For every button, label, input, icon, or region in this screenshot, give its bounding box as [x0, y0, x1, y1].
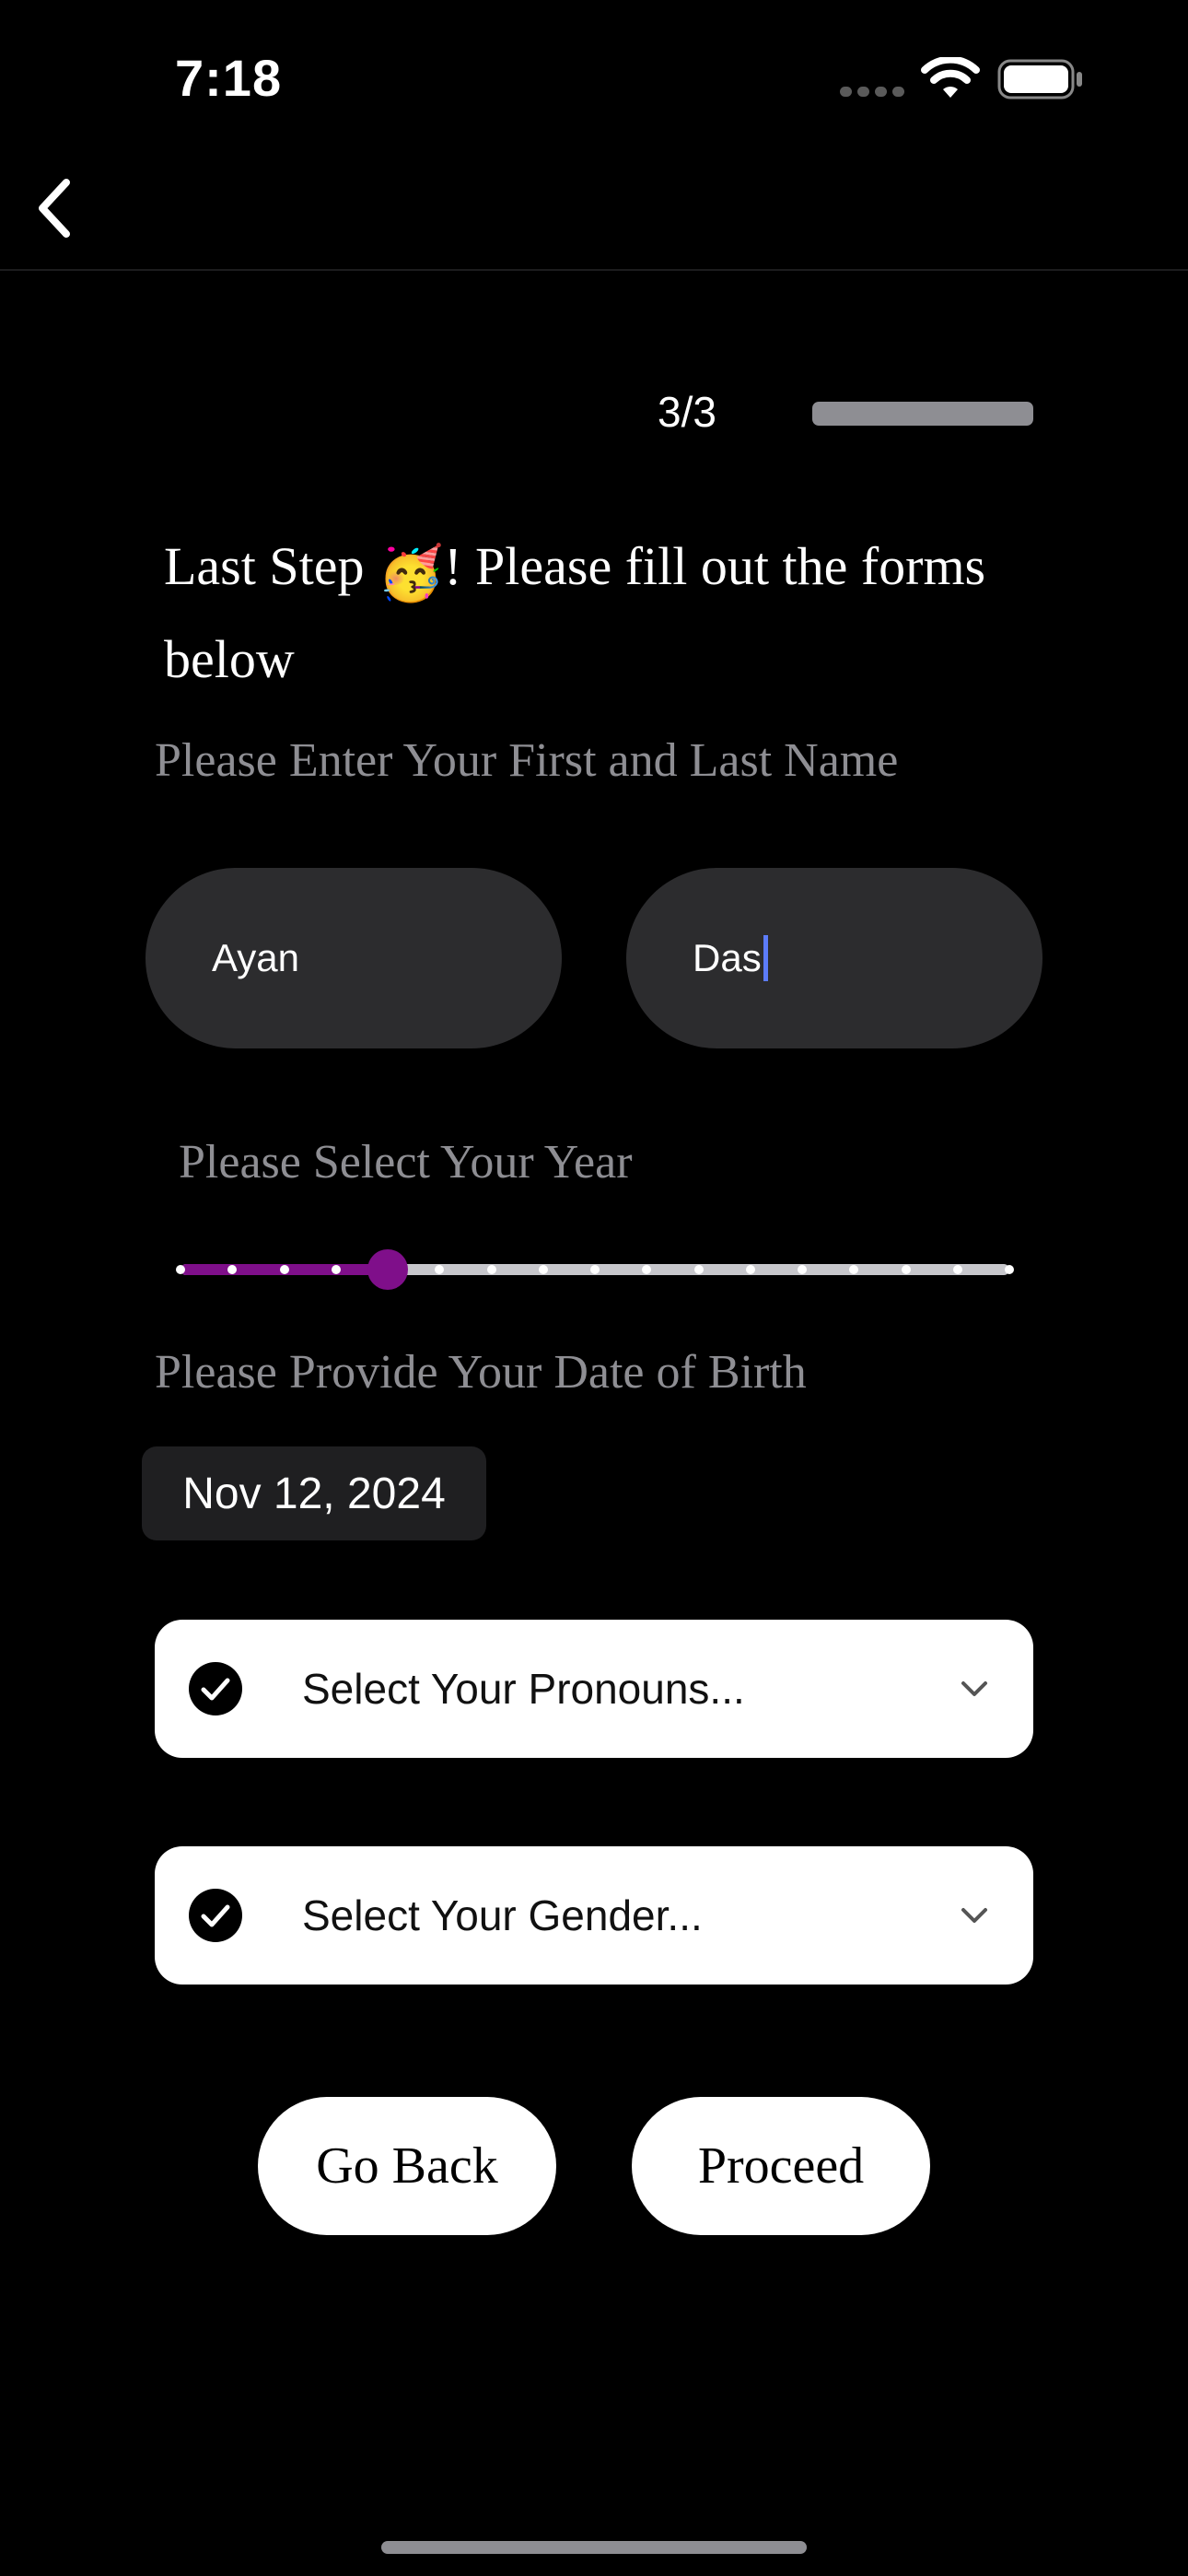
year-section-label: Please Select Your Year — [179, 1136, 633, 1188]
slider-step-dot — [176, 1265, 185, 1274]
step-counter: 3/3 — [658, 388, 716, 436]
check-circle-icon — [189, 1889, 242, 1942]
slider-step-dot — [590, 1265, 600, 1274]
nav-divider — [0, 269, 1188, 271]
step-progress-bar — [812, 402, 1033, 426]
heading-text-start: Last Step — [164, 536, 378, 596]
slider-step-dot — [745, 1265, 755, 1274]
chevron-down-icon — [961, 1681, 987, 1696]
name-section-label: Please Enter Your First and Last Name — [155, 734, 899, 787]
text-caret — [763, 935, 768, 981]
status-time: 7:18 — [175, 49, 283, 107]
back-chevron-icon[interactable] — [28, 175, 83, 241]
gender-placeholder: Select Your Gender... — [302, 1891, 703, 1939]
pronouns-placeholder: Select Your Pronouns... — [302, 1665, 745, 1713]
last-name-input[interactable]: Das — [626, 868, 1042, 1048]
date-of-birth-picker[interactable]: Nov 12, 2024 — [142, 1446, 486, 1540]
slider-step-dot — [901, 1265, 911, 1274]
party-face-emoji-icon: 🥳 — [377, 544, 445, 603]
slider-step-dot — [952, 1265, 962, 1274]
cellular-signal-icon — [840, 85, 910, 101]
pronouns-dropdown[interactable]: Select Your Pronouns... — [155, 1620, 1033, 1758]
home-indicator[interactable] — [381, 2541, 807, 2554]
dob-section-label: Please Provide Your Date of Birth — [155, 1346, 807, 1399]
slider-step-dot — [1005, 1265, 1014, 1274]
slider-step-dot — [331, 1265, 341, 1274]
step-progress-fill — [812, 402, 1033, 426]
last-name-value: Das — [693, 936, 762, 979]
slider-step-dot — [279, 1265, 289, 1274]
first-name-input[interactable]: Ayan — [146, 868, 562, 1048]
proceed-button[interactable]: Proceed — [632, 2097, 930, 2235]
go-back-button[interactable]: Go Back — [258, 2097, 556, 2235]
check-circle-icon — [189, 1662, 242, 1715]
slider-step-dot — [798, 1265, 807, 1274]
slider-thumb[interactable] — [367, 1249, 408, 1290]
chevron-down-icon — [961, 1908, 987, 1923]
slider-step-dot — [538, 1265, 548, 1274]
wifi-icon — [921, 55, 980, 104]
slider-step-dot — [486, 1265, 496, 1274]
page-heading: Last Step 🥳! Please fill out the forms b… — [164, 523, 1085, 702]
slider-step-dot — [693, 1265, 704, 1274]
first-name-value: Ayan — [212, 936, 299, 979]
year-slider[interactable] — [176, 1249, 1014, 1290]
battery-icon — [997, 59, 1084, 104]
gender-dropdown[interactable]: Select Your Gender... — [155, 1846, 1033, 1985]
